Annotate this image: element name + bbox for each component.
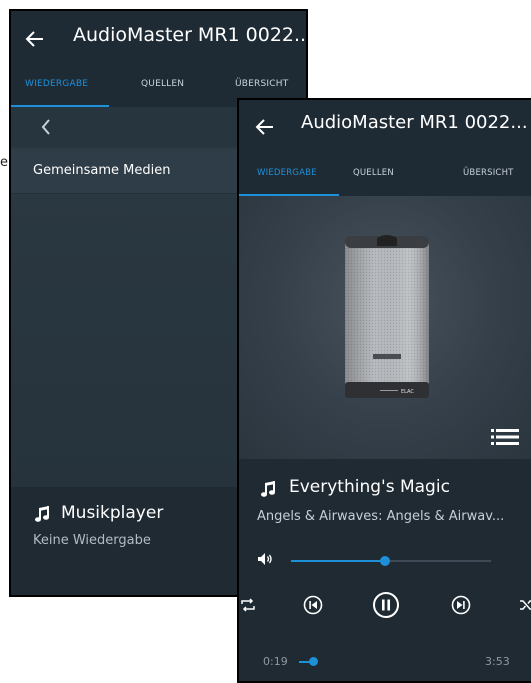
player-status: Keine Wiedergabe — [33, 533, 151, 548]
app-bar: AudioMaster MR1 0022... — [11, 11, 306, 67]
progress-slider-track[interactable] — [299, 661, 479, 663]
track-artist: Angels & Airwaves: Angels & Airwav... — [257, 509, 505, 524]
page-title: AudioMaster MR1 0022... — [301, 112, 528, 133]
page-title: AudioMaster MR1 0022... — [73, 24, 308, 46]
album-art-area: ELAC — [239, 196, 531, 459]
tab-quellen[interactable]: QUELLEN — [141, 79, 184, 89]
tab-uebersicht[interactable]: ÜBERSICHT — [235, 79, 288, 89]
music-note-icon — [261, 481, 275, 497]
duration-time: 3:53 — [485, 655, 510, 668]
now-playing-panel: Everything's Magic Angels & Airwaves: An… — [239, 459, 531, 681]
app-bar: AudioMaster MR1 0022... — [239, 100, 531, 156]
tab-quellen[interactable]: QUELLEN — [353, 168, 394, 178]
tab-wiedergabe[interactable]: WIEDERGABE — [257, 168, 317, 178]
shuffle-icon[interactable] — [519, 597, 531, 613]
elapsed-time: 0:19 — [263, 655, 288, 668]
speaker-image: ELAC — [345, 235, 429, 398]
back-arrow-icon[interactable] — [253, 115, 277, 139]
previous-icon[interactable] — [303, 595, 323, 615]
volume-slider-knob[interactable] — [380, 556, 390, 566]
back-arrow-icon[interactable] — [23, 27, 47, 51]
next-icon[interactable] — [451, 595, 471, 615]
chevron-left-icon[interactable] — [39, 117, 53, 137]
player-title: Musikplayer — [61, 503, 164, 523]
tab-bar: WIEDERGABE QUELLEN ÜBERSICHT — [239, 156, 531, 196]
tab-uebersicht[interactable]: ÜBERSICHT — [463, 168, 514, 178]
repeat-icon[interactable] — [240, 597, 256, 613]
volume-icon[interactable] — [257, 552, 273, 566]
playlist-icon[interactable] — [491, 428, 519, 446]
pause-icon[interactable] — [372, 591, 400, 619]
track-title: Everything's Magic — [289, 477, 450, 497]
music-note-icon — [35, 506, 49, 522]
progress-slider-knob[interactable] — [309, 657, 318, 666]
volume-slider-fill — [291, 560, 385, 562]
front-screen: AudioMaster MR1 0022... WIEDERGABE QUELL… — [237, 98, 531, 683]
svg-text:ELAC: ELAC — [401, 389, 414, 395]
tab-wiedergabe[interactable]: WIEDERGABE — [25, 79, 88, 89]
list-item-label: Gemeinsame Medien — [33, 163, 171, 178]
